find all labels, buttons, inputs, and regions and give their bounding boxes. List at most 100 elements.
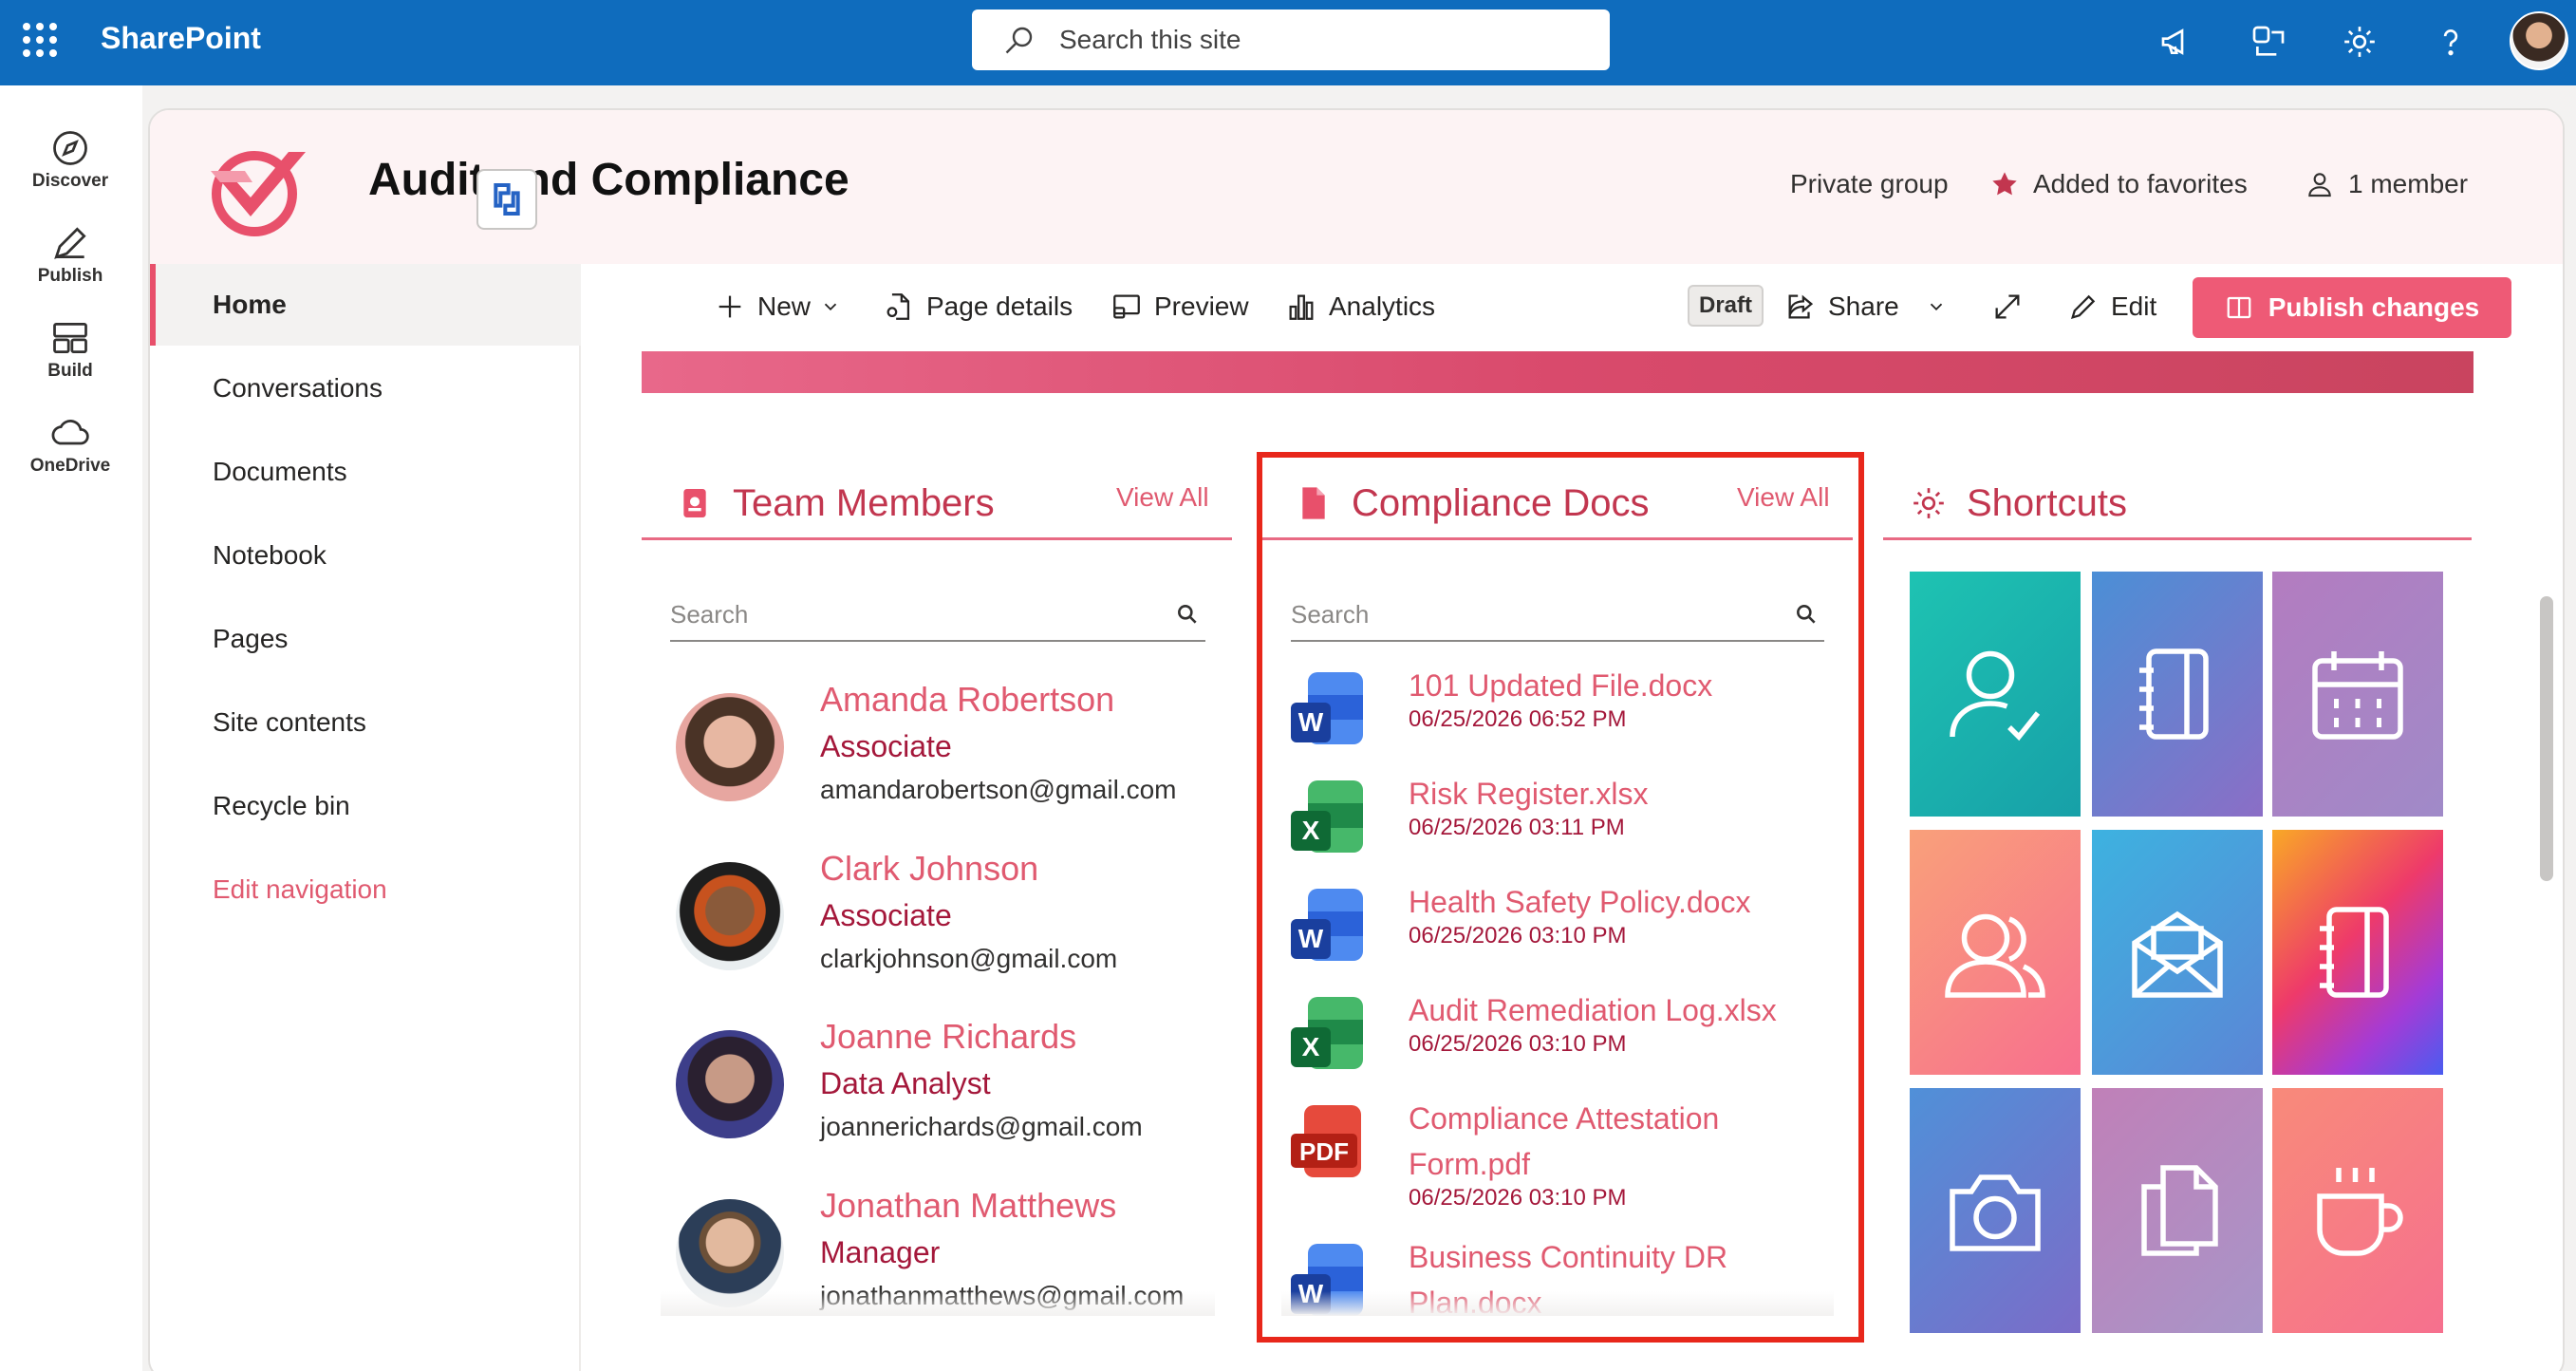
layout-icon [53, 322, 87, 354]
team-member-card[interactable]: Joanne Richards Data Analyst joannericha… [676, 1017, 1226, 1178]
draft-status-badge: Draft [1688, 285, 1764, 327]
analytics-label: Analytics [1329, 291, 1436, 321]
publish-changes-button[interactable]: Publish changes [2193, 277, 2511, 338]
help-icon[interactable] [2428, 19, 2473, 65]
privacy-label: Private group [1790, 169, 1949, 198]
shortcut-tile[interactable] [2272, 572, 2443, 817]
team-view-all-link[interactable]: View All [1116, 482, 1209, 513]
edit-label: Edit [2111, 291, 2157, 321]
brand-tile-icon [494, 183, 520, 216]
shortcut-tile[interactable] [2272, 830, 2443, 1075]
member-avatar [676, 693, 784, 801]
notebook-icon [2139, 648, 2209, 740]
favorites-button[interactable]: Added to favorites [1989, 169, 2248, 199]
shortcut-tile[interactable] [2092, 830, 2263, 1075]
preview-button[interactable]: Preview [1111, 285, 1249, 329]
edit-button[interactable]: Edit [2067, 285, 2156, 329]
preview-icon [1113, 294, 1140, 319]
megaphone-icon[interactable] [2155, 19, 2200, 65]
search-icon [1178, 605, 1197, 624]
expand-button[interactable] [1991, 285, 2035, 329]
publish-label: Publish changes [2268, 292, 2480, 322]
member-name: Joanne Richards [820, 1017, 1077, 1056]
team-member-card[interactable]: Amanda Robertson Associate amandaroberts… [676, 680, 1226, 841]
mail-open-icon [2132, 911, 2223, 998]
team-members-title: Team Members [733, 481, 995, 524]
nav-conversations[interactable]: Conversations [150, 347, 581, 429]
settings-icon[interactable] [2337, 19, 2382, 65]
camera-icon [1950, 1174, 2041, 1251]
page-settings-icon [887, 293, 910, 320]
nav-home[interactable]: Home [150, 264, 581, 346]
appbar-label: Build [47, 361, 93, 381]
person-icon [2308, 173, 2331, 197]
coffee-icon [2317, 1168, 2403, 1256]
appbar-label: Discover [31, 171, 109, 191]
expand-icon [1995, 294, 2020, 319]
member-name: Clark Johnson [820, 849, 1039, 888]
nav-notebook[interactable]: Notebook [150, 515, 581, 596]
site-search[interactable]: Search this site [972, 9, 1610, 70]
edit-navigation-link[interactable]: Edit navigation [150, 849, 581, 930]
bar-chart-icon [1289, 294, 1314, 320]
site-logo-icon [211, 151, 306, 236]
notebook-icon [2320, 907, 2389, 998]
shortcuts-header: Shortcuts [1910, 465, 2127, 541]
shortcut-tile[interactable] [1910, 572, 2081, 817]
app-switcher-button[interactable] [476, 169, 537, 230]
member-avatar [676, 1030, 784, 1138]
nav-recycle-bin[interactable]: Recycle bin [150, 765, 581, 847]
site-navigation: Home Conversations Documents Notebook Pa… [150, 264, 581, 1371]
app-name[interactable]: SharePoint [101, 21, 261, 56]
chevron-down-icon [1930, 303, 1942, 311]
teams-chat-icon[interactable] [2246, 19, 2291, 65]
shortcut-tile[interactable] [1910, 1088, 2081, 1333]
new-button[interactable]: New [714, 285, 852, 329]
member-email: joannerichards@gmail.com [820, 1112, 1143, 1141]
appbar-publish[interactable]: Publish [0, 222, 140, 287]
page-details-label: Page details [926, 291, 1073, 321]
nav-site-contents[interactable]: Site contents [150, 682, 581, 763]
page-details-button[interactable]: Page details [883, 285, 1073, 329]
team-member-card[interactable]: Jonathan Matthews Manager jonathanmatthe… [676, 1186, 1226, 1347]
compass-icon [53, 131, 87, 165]
pen-icon [54, 227, 86, 259]
plus-icon [719, 295, 741, 318]
people-icon [1945, 913, 2045, 998]
team-members-header: Team Members [676, 465, 995, 541]
app-launcher-icon[interactable] [21, 21, 59, 59]
favorites-label: Added to favorites [2033, 169, 2248, 198]
star-icon [1992, 172, 2017, 196]
appbar-build[interactable]: Build [0, 317, 140, 382]
member-role: Manager [820, 1235, 941, 1269]
cloud-icon [51, 420, 89, 445]
member-role: Data Analyst [820, 1066, 991, 1100]
appbar-discover[interactable]: Discover [0, 127, 140, 192]
user-avatar[interactable] [2510, 11, 2568, 70]
hero-banner [642, 351, 2473, 393]
pencil-icon [2070, 294, 2096, 320]
shortcuts-header-underline [1883, 537, 2472, 540]
appbar-onedrive[interactable]: OneDrive [0, 412, 140, 477]
team-search-input[interactable]: Search [670, 589, 1205, 642]
settings-icon [1913, 488, 1944, 518]
selection-highlight [1257, 452, 1864, 1343]
site-title: Audit and Compliance [368, 155, 849, 205]
search-placeholder: Search this site [1059, 25, 1241, 54]
nav-documents[interactable]: Documents [150, 431, 581, 513]
appbar-label: Publish [37, 266, 103, 286]
shortcut-tile[interactable] [2092, 1088, 2263, 1333]
share-button[interactable]: Share [1784, 285, 1958, 329]
shortcut-tile[interactable] [2092, 572, 2263, 817]
member-name: Amanda Robertson [820, 680, 1115, 719]
team-member-card[interactable]: Clark Johnson Associate clarkjohnson@gma… [676, 849, 1226, 1010]
nav-pages[interactable]: Pages [150, 598, 581, 680]
share-label: Share [1828, 291, 1899, 321]
page-scrollbar[interactable] [2540, 596, 2553, 881]
shortcut-tile[interactable] [2272, 1088, 2443, 1333]
team-search-placeholder: Search [670, 599, 749, 629]
shortcut-tile[interactable] [1910, 830, 2081, 1075]
chevron-down-icon [824, 303, 837, 311]
analytics-button[interactable]: Analytics [1285, 285, 1435, 329]
members-button[interactable]: 1 member [2305, 169, 2468, 199]
